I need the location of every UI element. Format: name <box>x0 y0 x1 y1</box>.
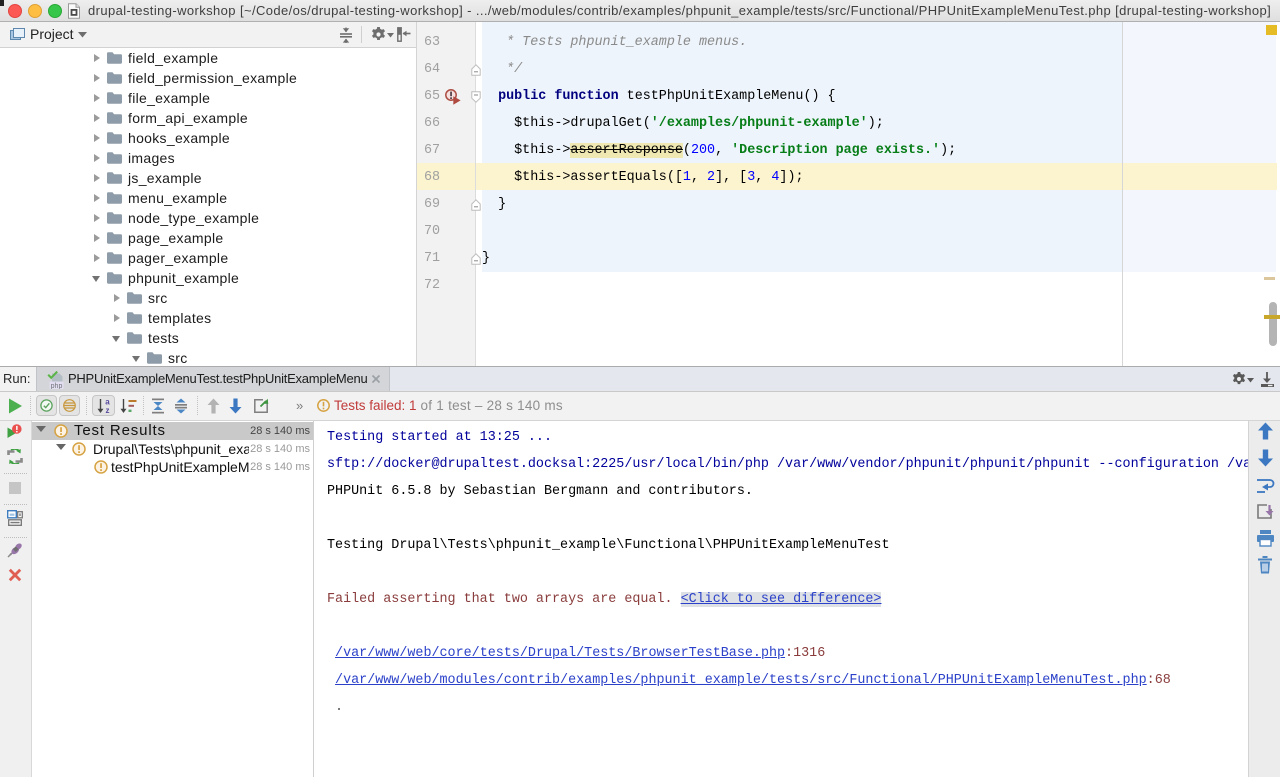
svg-text:php: php <box>51 383 63 389</box>
svg-text:z: z <box>106 406 110 414</box>
